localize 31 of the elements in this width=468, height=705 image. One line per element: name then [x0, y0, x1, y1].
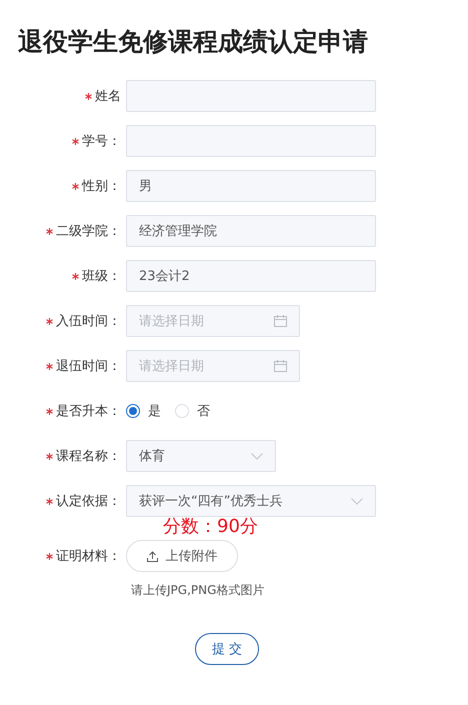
chevron-down-icon [251, 452, 263, 460]
field-label: 退伍时间： [56, 358, 121, 375]
chevron-down-icon [351, 498, 363, 504]
field-label: 二级学院： [56, 223, 121, 240]
text-field[interactable]: 23会计2 [126, 260, 376, 292]
calendar-icon [274, 315, 287, 327]
field-label: 入伍时间： [56, 313, 121, 330]
field-label: 姓名 [95, 88, 121, 105]
radio-label[interactable]: 是 [148, 402, 161, 420]
text-field[interactable] [126, 125, 376, 157]
field-label: 课程名称： [56, 448, 121, 465]
field-label: 学号： [82, 133, 121, 150]
upload-hint: 请上传JPG,PNG格式图片 [131, 582, 266, 599]
calendar-icon [274, 360, 287, 372]
radio-button[interactable] [126, 404, 140, 418]
field-label: 班级： [82, 268, 121, 285]
select-field[interactable]: 获评一次“四有”优秀士兵 [126, 485, 376, 517]
score-text: 分数：90分 [163, 515, 259, 539]
page-title: 退役学生免修课程成绩认定申请 [18, 26, 369, 58]
field-label: 是否升本： [56, 403, 121, 420]
field-label: 认定依据： [56, 493, 121, 510]
text-field[interactable]: 男 [126, 170, 376, 202]
field-label: 证明材料： [56, 548, 121, 565]
select-field[interactable]: 体育 [126, 440, 276, 472]
field-label: 性别： [82, 178, 121, 195]
submit-button[interactable]: 提 交 [195, 633, 259, 665]
text-field[interactable] [126, 80, 376, 112]
upload-button[interactable]: 上传附件 [126, 540, 238, 572]
radio-label[interactable]: 否 [197, 402, 210, 420]
text-field[interactable]: 经济管理学院 [126, 215, 376, 247]
upload-icon [146, 550, 158, 562]
